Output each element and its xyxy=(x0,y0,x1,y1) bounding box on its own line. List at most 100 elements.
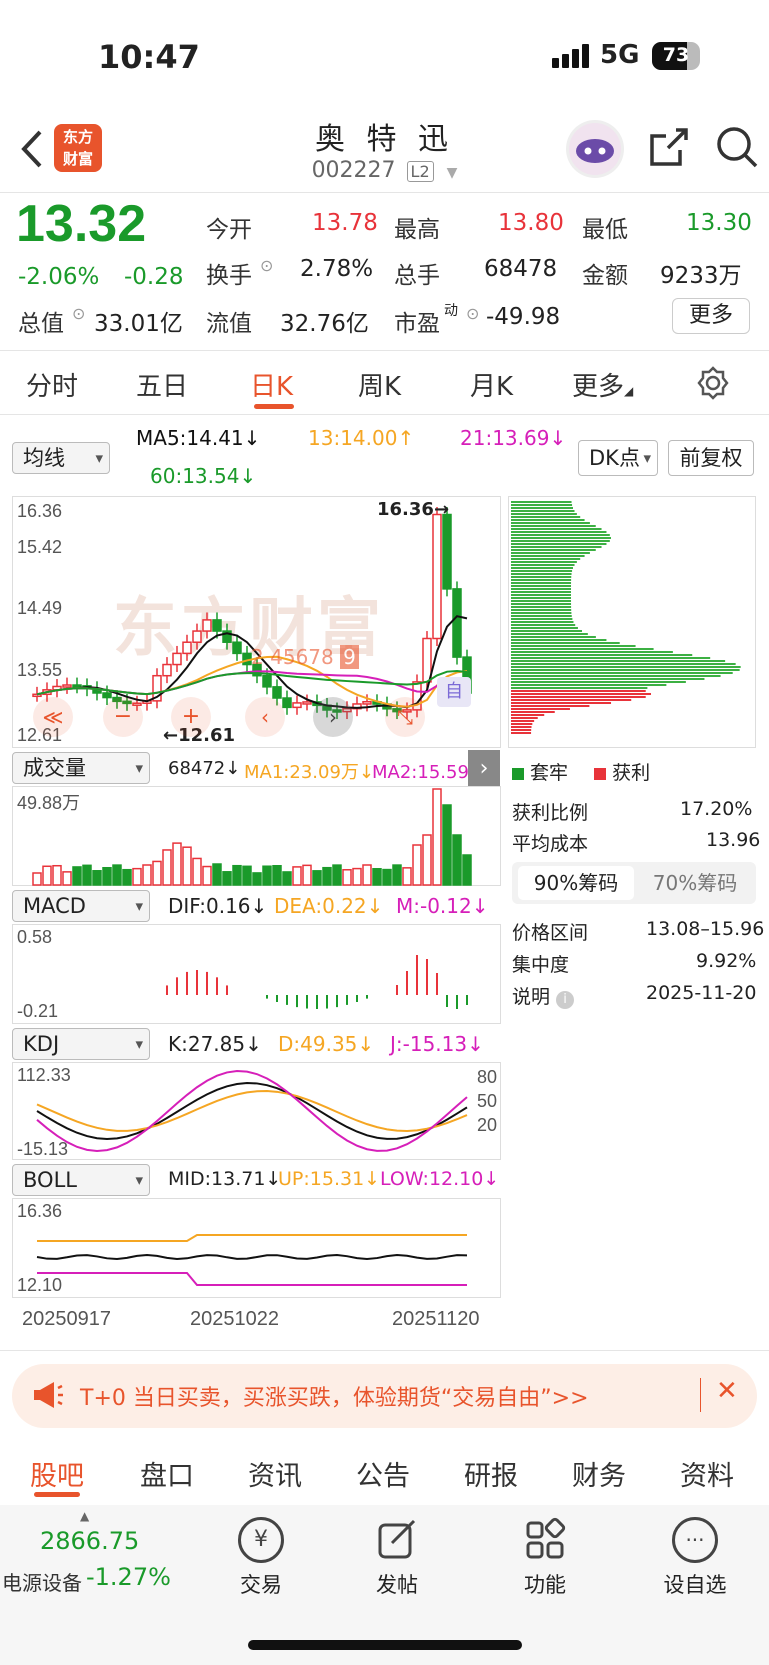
candle-body xyxy=(302,701,312,705)
float-label: 流值 xyxy=(206,311,252,337)
volume-bar xyxy=(402,867,412,886)
boll-select[interactable]: BOLL xyxy=(12,1164,150,1196)
chip-bar xyxy=(511,570,573,572)
adjust-button[interactable]: 前复权 xyxy=(668,440,754,476)
next-icon[interactable]: › xyxy=(313,697,353,737)
sequence-labels: 2 45678 9 xyxy=(251,645,359,669)
tab-five-day[interactable]: 五日 xyxy=(136,366,188,403)
amount-label: 金额 xyxy=(582,263,628,289)
info-dots-icon[interactable]: ⊙ xyxy=(260,256,273,275)
network-label: 5G xyxy=(600,40,640,70)
promo-banner[interactable]: T+0 当日买卖，买涨买跌，体验期货“交易自由”>> ✕ xyxy=(12,1364,757,1428)
candle-body xyxy=(432,513,442,640)
volume-chart[interactable]: 49.88万 xyxy=(12,786,501,886)
scroll-left-icon[interactable]: ≪ xyxy=(33,697,73,737)
tab-profile[interactable]: 资料 xyxy=(680,1454,734,1493)
trade-button[interactable]: ¥ 交易 xyxy=(226,1517,296,1599)
y-label: 15.42 xyxy=(17,537,63,557)
chip-bar xyxy=(511,729,532,731)
volume-bar xyxy=(372,868,382,886)
mktcap-label: 总值 xyxy=(18,311,64,337)
turnover-label: 换手 xyxy=(206,263,252,289)
volume-bar xyxy=(122,868,132,886)
note-row[interactable]: 说明 i xyxy=(512,982,575,1009)
pe-label: 市盈 xyxy=(394,311,440,337)
tab-90-chips[interactable]: 90%筹码 xyxy=(518,866,634,900)
boll-y-bottom: 12.10 xyxy=(17,1275,63,1295)
macd-select[interactable]: MACD xyxy=(12,890,150,922)
expand-arrow-icon[interactable]: › xyxy=(468,750,500,788)
tab-weekly-k[interactable]: 周K xyxy=(358,366,401,403)
macd-m: M:-0.12↓ xyxy=(396,894,489,918)
chip-bar xyxy=(511,669,740,671)
volume-bar xyxy=(312,870,322,886)
tab-financials[interactable]: 财务 xyxy=(572,1454,626,1493)
volume-bar xyxy=(82,864,92,886)
self-select-tag[interactable]: 自 xyxy=(437,677,471,707)
zoom-in-icon[interactable]: + xyxy=(171,697,211,737)
tab-70-chips[interactable]: 70%筹码 xyxy=(640,866,750,900)
tab-orderbook[interactable]: 盘口 xyxy=(140,1454,194,1493)
chip-bar xyxy=(511,528,602,530)
info-dots-icon[interactable]: ⊙ xyxy=(466,304,479,323)
chip-bar xyxy=(511,690,646,692)
tab-minute[interactable]: 分时 xyxy=(26,366,78,403)
chip-bar xyxy=(511,645,636,647)
chip-bar xyxy=(511,513,577,515)
chip-bar xyxy=(511,711,555,713)
kdj-chart[interactable]: 112.33 -15.13 80 50 20 xyxy=(12,1062,501,1160)
bottom-tabs: 股吧 盘口 资讯 公告 研报 财务 资料 xyxy=(0,1440,769,1502)
tab-monthly-k[interactable]: 月K xyxy=(470,366,513,403)
zoom-out-icon[interactable]: − xyxy=(103,697,143,737)
amount-value: 9233万 xyxy=(660,263,742,289)
trade-label: 交易 xyxy=(240,1573,282,1597)
chip-bar xyxy=(511,705,590,707)
tab-news[interactable]: 资讯 xyxy=(248,1454,302,1493)
post-button[interactable]: 发帖 xyxy=(362,1517,432,1599)
volume-select[interactable]: 成交量 xyxy=(12,752,150,784)
share-button[interactable] xyxy=(648,126,690,172)
add-watchlist-button[interactable]: ··· 设自选 xyxy=(650,1517,740,1599)
chip-bar xyxy=(511,600,572,602)
index-value[interactable]: 2866.75 xyxy=(40,1527,139,1555)
volume-bar xyxy=(102,866,112,886)
function-button[interactable]: 功能 xyxy=(510,1517,580,1599)
kline-chart[interactable]: 东方财富 16.36 15.42 14.49 13.55 12.61 16.36… xyxy=(12,496,501,748)
fullscreen-icon[interactable]: ⤡ xyxy=(385,697,425,737)
chip-bar xyxy=(511,702,612,704)
ma-select[interactable]: 均线 xyxy=(12,442,110,474)
macd-chart[interactable]: 0.58 -0.21 xyxy=(12,924,501,1024)
active-tab-indicator xyxy=(34,1492,80,1497)
chip-bar xyxy=(511,663,736,665)
prev-icon[interactable]: ‹ xyxy=(245,697,285,737)
chip-bar xyxy=(511,564,575,566)
tab-forum[interactable]: 股吧 xyxy=(30,1454,84,1493)
tab-more[interactable]: 更多◢ xyxy=(572,366,633,403)
chip-bar xyxy=(511,585,572,587)
tab-daily-k[interactable]: 日K xyxy=(250,366,293,403)
edit-icon xyxy=(374,1517,420,1563)
volume-bar xyxy=(92,870,102,886)
kdj-select[interactable]: KDJ xyxy=(12,1028,150,1060)
close-icon[interactable]: ✕ xyxy=(716,1376,738,1406)
chip-bar xyxy=(511,660,726,662)
tab-announcements[interactable]: 公告 xyxy=(356,1454,410,1493)
chip-distribution[interactable] xyxy=(508,496,756,748)
search-button[interactable] xyxy=(714,124,760,174)
boll-chart[interactable]: 16.36 12.10 xyxy=(12,1198,501,1298)
chip-bar xyxy=(511,501,572,503)
volume-bar xyxy=(322,866,332,886)
volume-bar xyxy=(112,864,122,886)
info-dots-icon[interactable]: ⊙ xyxy=(72,304,85,323)
volume-bar xyxy=(362,864,372,886)
settings-button[interactable] xyxy=(696,366,730,407)
more-button[interactable]: 更多 xyxy=(672,298,750,334)
index-name[interactable]: 电源设备 xyxy=(2,1567,82,1596)
robot-avatar[interactable] xyxy=(566,120,624,178)
tab-research[interactable]: 研报 xyxy=(464,1454,518,1493)
volume-bar xyxy=(142,864,152,886)
dk-point-button[interactable]: DK点 xyxy=(578,440,658,476)
volume-label: 总手 xyxy=(394,263,440,289)
chip-bar xyxy=(511,555,585,557)
tab-more-label: 更多 xyxy=(572,372,625,402)
